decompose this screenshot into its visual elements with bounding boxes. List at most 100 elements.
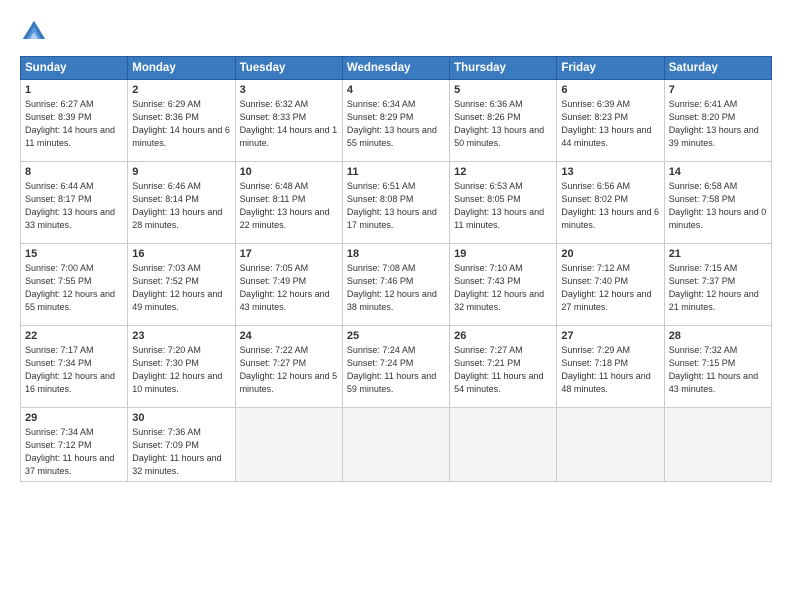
week-row-4: 22 Sunrise: 7:17 AMSunset: 7:34 PMDaylig… (21, 326, 772, 408)
day-number: 2 (132, 84, 230, 96)
day-number: 5 (454, 84, 552, 96)
day-number: 28 (669, 330, 767, 342)
calendar-cell: 4 Sunrise: 6:34 AMSunset: 8:29 PMDayligh… (342, 80, 449, 162)
day-info: Sunrise: 6:36 AMSunset: 8:26 PMDaylight:… (454, 99, 544, 148)
day-number: 22 (25, 330, 123, 342)
logo (20, 18, 54, 46)
calendar-table: SundayMondayTuesdayWednesdayThursdayFrid… (20, 56, 772, 482)
calendar-cell: 7 Sunrise: 6:41 AMSunset: 8:20 PMDayligh… (664, 80, 771, 162)
calendar-cell: 27 Sunrise: 7:29 AMSunset: 7:18 PMDaylig… (557, 326, 664, 408)
day-number: 26 (454, 330, 552, 342)
day-info: Sunrise: 7:12 AMSunset: 7:40 PMDaylight:… (561, 263, 651, 312)
calendar-cell: 30 Sunrise: 7:36 AMSunset: 7:09 PMDaylig… (128, 408, 235, 482)
day-number: 29 (25, 412, 123, 424)
day-number: 21 (669, 248, 767, 260)
day-number: 12 (454, 166, 552, 178)
calendar-cell: 13 Sunrise: 6:56 AMSunset: 8:02 PMDaylig… (557, 162, 664, 244)
col-header-thursday: Thursday (450, 57, 557, 80)
day-info: Sunrise: 7:22 AMSunset: 7:27 PMDaylight:… (240, 345, 338, 394)
week-row-1: 1 Sunrise: 6:27 AMSunset: 8:39 PMDayligh… (21, 80, 772, 162)
day-info: Sunrise: 7:10 AMSunset: 7:43 PMDaylight:… (454, 263, 544, 312)
day-number: 6 (561, 84, 659, 96)
day-number: 11 (347, 166, 445, 178)
calendar-cell: 11 Sunrise: 6:51 AMSunset: 8:08 PMDaylig… (342, 162, 449, 244)
day-info: Sunrise: 6:34 AMSunset: 8:29 PMDaylight:… (347, 99, 437, 148)
calendar-cell: 3 Sunrise: 6:32 AMSunset: 8:33 PMDayligh… (235, 80, 342, 162)
day-info: Sunrise: 6:27 AMSunset: 8:39 PMDaylight:… (25, 99, 115, 148)
day-info: Sunrise: 6:44 AMSunset: 8:17 PMDaylight:… (25, 181, 115, 230)
col-header-monday: Monday (128, 57, 235, 80)
calendar-cell: 26 Sunrise: 7:27 AMSunset: 7:21 PMDaylig… (450, 326, 557, 408)
day-number: 25 (347, 330, 445, 342)
day-number: 17 (240, 248, 338, 260)
day-number: 14 (669, 166, 767, 178)
day-info: Sunrise: 7:32 AMSunset: 7:15 PMDaylight:… (669, 345, 758, 394)
day-number: 20 (561, 248, 659, 260)
calendar-cell (557, 408, 664, 482)
calendar-cell: 5 Sunrise: 6:36 AMSunset: 8:26 PMDayligh… (450, 80, 557, 162)
day-number: 7 (669, 84, 767, 96)
day-info: Sunrise: 6:32 AMSunset: 8:33 PMDaylight:… (240, 99, 338, 148)
calendar-cell: 18 Sunrise: 7:08 AMSunset: 7:46 PMDaylig… (342, 244, 449, 326)
calendar-cell: 16 Sunrise: 7:03 AMSunset: 7:52 PMDaylig… (128, 244, 235, 326)
day-info: Sunrise: 7:29 AMSunset: 7:18 PMDaylight:… (561, 345, 650, 394)
day-number: 3 (240, 84, 338, 96)
calendar-cell: 12 Sunrise: 6:53 AMSunset: 8:05 PMDaylig… (450, 162, 557, 244)
day-number: 1 (25, 84, 123, 96)
day-info: Sunrise: 7:03 AMSunset: 7:52 PMDaylight:… (132, 263, 222, 312)
day-info: Sunrise: 7:20 AMSunset: 7:30 PMDaylight:… (132, 345, 222, 394)
calendar-cell: 10 Sunrise: 6:48 AMSunset: 8:11 PMDaylig… (235, 162, 342, 244)
calendar-cell: 1 Sunrise: 6:27 AMSunset: 8:39 PMDayligh… (21, 80, 128, 162)
col-header-tuesday: Tuesday (235, 57, 342, 80)
calendar-cell: 29 Sunrise: 7:34 AMSunset: 7:12 PMDaylig… (21, 408, 128, 482)
calendar-cell: 2 Sunrise: 6:29 AMSunset: 8:36 PMDayligh… (128, 80, 235, 162)
col-header-sunday: Sunday (21, 57, 128, 80)
calendar-cell: 8 Sunrise: 6:44 AMSunset: 8:17 PMDayligh… (21, 162, 128, 244)
day-info: Sunrise: 7:15 AMSunset: 7:37 PMDaylight:… (669, 263, 759, 312)
day-info: Sunrise: 7:00 AMSunset: 7:55 PMDaylight:… (25, 263, 115, 312)
week-row-2: 8 Sunrise: 6:44 AMSunset: 8:17 PMDayligh… (21, 162, 772, 244)
day-info: Sunrise: 7:27 AMSunset: 7:21 PMDaylight:… (454, 345, 543, 394)
calendar-cell: 15 Sunrise: 7:00 AMSunset: 7:55 PMDaylig… (21, 244, 128, 326)
calendar-cell: 9 Sunrise: 6:46 AMSunset: 8:14 PMDayligh… (128, 162, 235, 244)
day-info: Sunrise: 7:05 AMSunset: 7:49 PMDaylight:… (240, 263, 330, 312)
calendar-cell: 24 Sunrise: 7:22 AMSunset: 7:27 PMDaylig… (235, 326, 342, 408)
calendar-cell: 22 Sunrise: 7:17 AMSunset: 7:34 PMDaylig… (21, 326, 128, 408)
week-row-3: 15 Sunrise: 7:00 AMSunset: 7:55 PMDaylig… (21, 244, 772, 326)
day-number: 4 (347, 84, 445, 96)
day-info: Sunrise: 6:39 AMSunset: 8:23 PMDaylight:… (561, 99, 651, 148)
page-header (20, 18, 772, 46)
calendar-cell (342, 408, 449, 482)
calendar-cell: 6 Sunrise: 6:39 AMSunset: 8:23 PMDayligh… (557, 80, 664, 162)
calendar-cell (235, 408, 342, 482)
calendar-cell: 25 Sunrise: 7:24 AMSunset: 7:24 PMDaylig… (342, 326, 449, 408)
day-number: 8 (25, 166, 123, 178)
calendar-cell: 14 Sunrise: 6:58 AMSunset: 7:58 PMDaylig… (664, 162, 771, 244)
day-number: 27 (561, 330, 659, 342)
day-info: Sunrise: 6:29 AMSunset: 8:36 PMDaylight:… (132, 99, 230, 148)
day-number: 9 (132, 166, 230, 178)
calendar-cell: 21 Sunrise: 7:15 AMSunset: 7:37 PMDaylig… (664, 244, 771, 326)
calendar-cell: 23 Sunrise: 7:20 AMSunset: 7:30 PMDaylig… (128, 326, 235, 408)
col-header-saturday: Saturday (664, 57, 771, 80)
day-info: Sunrise: 7:24 AMSunset: 7:24 PMDaylight:… (347, 345, 436, 394)
day-number: 15 (25, 248, 123, 260)
day-info: Sunrise: 6:46 AMSunset: 8:14 PMDaylight:… (132, 181, 222, 230)
calendar-cell: 19 Sunrise: 7:10 AMSunset: 7:43 PMDaylig… (450, 244, 557, 326)
day-info: Sunrise: 6:53 AMSunset: 8:05 PMDaylight:… (454, 181, 544, 230)
calendar-cell: 17 Sunrise: 7:05 AMSunset: 7:49 PMDaylig… (235, 244, 342, 326)
day-info: Sunrise: 6:58 AMSunset: 7:58 PMDaylight:… (669, 181, 767, 230)
day-number: 24 (240, 330, 338, 342)
day-info: Sunrise: 7:36 AMSunset: 7:09 PMDaylight:… (132, 427, 221, 476)
header-row: SundayMondayTuesdayWednesdayThursdayFrid… (21, 57, 772, 80)
day-number: 23 (132, 330, 230, 342)
day-number: 18 (347, 248, 445, 260)
col-header-wednesday: Wednesday (342, 57, 449, 80)
day-info: Sunrise: 7:17 AMSunset: 7:34 PMDaylight:… (25, 345, 115, 394)
day-info: Sunrise: 6:51 AMSunset: 8:08 PMDaylight:… (347, 181, 437, 230)
day-info: Sunrise: 7:34 AMSunset: 7:12 PMDaylight:… (25, 427, 114, 476)
day-info: Sunrise: 7:08 AMSunset: 7:46 PMDaylight:… (347, 263, 437, 312)
calendar-cell: 28 Sunrise: 7:32 AMSunset: 7:15 PMDaylig… (664, 326, 771, 408)
day-info: Sunrise: 6:41 AMSunset: 8:20 PMDaylight:… (669, 99, 759, 148)
day-number: 13 (561, 166, 659, 178)
